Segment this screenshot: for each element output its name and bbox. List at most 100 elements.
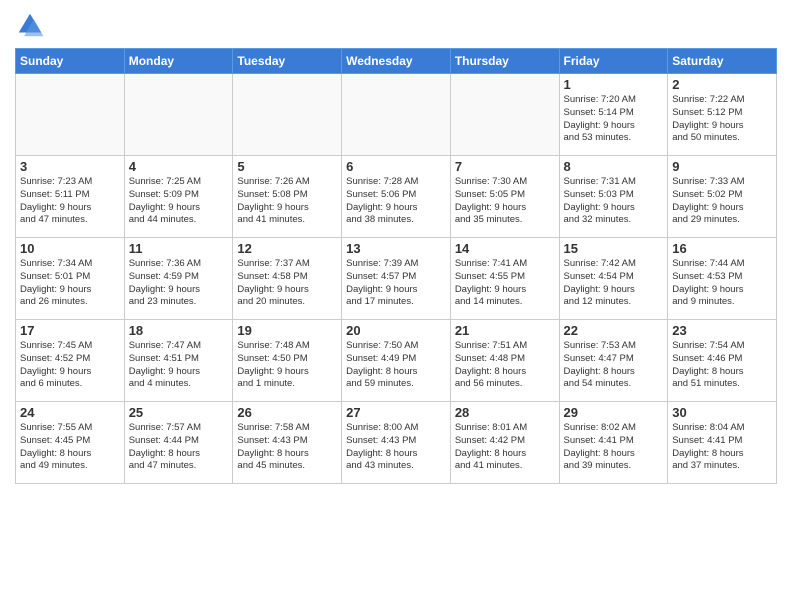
day-number: 25 xyxy=(129,405,229,420)
calendar-cell: 23 Sunrise: 7:54 AM Sunset: 4:46 PM Dayli… xyxy=(668,320,777,402)
day-info: Sunrise: 7:33 AM Sunset: 5:02 PM Dayligh… xyxy=(672,176,772,227)
calendar-cell: 21Sunrise: 7:51 AM Sunset: 4:48 PM Dayli… xyxy=(450,320,559,402)
day-info: Sunrise: 7:34 AM Sunset: 5:01 PM Dayligh… xyxy=(20,258,120,309)
day-number: 11 xyxy=(129,241,229,256)
day-info: Sunrise: 7:23 AM Sunset: 5:11 PM Dayligh… xyxy=(20,176,120,227)
day-number: 14 xyxy=(455,241,555,256)
day-info: Sunrise: 7:28 AM Sunset: 5:06 PM Dayligh… xyxy=(346,176,446,227)
day-number: 9 xyxy=(672,159,772,174)
calendar-cell xyxy=(450,74,559,156)
calendar-cell: 10 Sunrise: 7:34 AM Sunset: 5:01 PM Dayli… xyxy=(16,238,125,320)
day-info: Sunrise: 7:36 AM Sunset: 4:59 PM Dayligh… xyxy=(129,258,229,309)
calendar-cell: 17 Sunrise: 7:45 AM Sunset: 4:52 PM Dayli… xyxy=(16,320,125,402)
day-info: Sunrise: 7:20 AM Sunset: 5:14 PM Dayligh… xyxy=(564,94,664,145)
calendar-cell: 30Sunrise: 8:04 AM Sunset: 4:41 PM Dayli… xyxy=(668,402,777,484)
weekday-header-saturday: Saturday xyxy=(668,49,777,74)
day-info: Sunrise: 7:54 AM Sunset: 4:46 PM Dayligh… xyxy=(672,340,772,391)
day-number: 20 xyxy=(346,323,446,338)
day-info: Sunrise: 8:02 AM Sunset: 4:41 PM Dayligh… xyxy=(564,422,664,473)
day-info: Sunrise: 7:37 AM Sunset: 4:58 PM Dayligh… xyxy=(237,258,337,309)
day-info: Sunrise: 7:58 AM Sunset: 4:43 PM Dayligh… xyxy=(237,422,337,473)
weekday-header-monday: Monday xyxy=(124,49,233,74)
calendar-cell: 7Sunrise: 7:30 AM Sunset: 5:05 PM Daylig… xyxy=(450,156,559,238)
calendar-cell: 16Sunrise: 7:44 AM Sunset: 4:53 PM Dayli… xyxy=(668,238,777,320)
day-number: 22 xyxy=(564,323,664,338)
day-number: 3 xyxy=(20,159,120,174)
day-info: Sunrise: 7:30 AM Sunset: 5:05 PM Dayligh… xyxy=(455,176,555,227)
calendar-cell: 22Sunrise: 7:53 AM Sunset: 4:47 PM Dayli… xyxy=(559,320,668,402)
day-info: Sunrise: 7:44 AM Sunset: 4:53 PM Dayligh… xyxy=(672,258,772,309)
calendar-cell: 15Sunrise: 7:42 AM Sunset: 4:54 PM Dayli… xyxy=(559,238,668,320)
weekday-header-wednesday: Wednesday xyxy=(342,49,451,74)
calendar-cell xyxy=(342,74,451,156)
day-number: 1 xyxy=(564,77,664,92)
day-number: 17 xyxy=(20,323,120,338)
calendar-cell: 9 Sunrise: 7:33 AM Sunset: 5:02 PM Daylig… xyxy=(668,156,777,238)
day-number: 23 xyxy=(672,323,772,338)
day-info: Sunrise: 7:55 AM Sunset: 4:45 PM Dayligh… xyxy=(20,422,120,473)
day-number: 8 xyxy=(564,159,664,174)
day-number: 19 xyxy=(237,323,337,338)
logo xyxy=(15,10,49,40)
calendar-cell: 13 Sunrise: 7:39 AM Sunset: 4:57 PM Dayli… xyxy=(342,238,451,320)
calendar-cell: 24 Sunrise: 7:55 AM Sunset: 4:45 PM Dayli… xyxy=(16,402,125,484)
day-number: 28 xyxy=(455,405,555,420)
day-number: 26 xyxy=(237,405,337,420)
day-info: Sunrise: 7:50 AM Sunset: 4:49 PM Dayligh… xyxy=(346,340,446,391)
page: SundayMondayTuesdayWednesdayThursdayFrid… xyxy=(0,0,792,612)
day-info: Sunrise: 7:39 AM Sunset: 4:57 PM Dayligh… xyxy=(346,258,446,309)
calendar-cell: 2 Sunrise: 7:22 AM Sunset: 5:12 PM Daylig… xyxy=(668,74,777,156)
weekday-header-tuesday: Tuesday xyxy=(233,49,342,74)
day-info: Sunrise: 7:26 AM Sunset: 5:08 PM Dayligh… xyxy=(237,176,337,227)
calendar-cell: 3 Sunrise: 7:23 AM Sunset: 5:11 PM Daylig… xyxy=(16,156,125,238)
day-info: Sunrise: 7:42 AM Sunset: 4:54 PM Dayligh… xyxy=(564,258,664,309)
calendar-cell: 12 Sunrise: 7:37 AM Sunset: 4:58 PM Dayli… xyxy=(233,238,342,320)
calendar-cell: 11 Sunrise: 7:36 AM Sunset: 4:59 PM Dayli… xyxy=(124,238,233,320)
day-info: Sunrise: 7:51 AM Sunset: 4:48 PM Dayligh… xyxy=(455,340,555,391)
day-info: Sunrise: 7:31 AM Sunset: 5:03 PM Dayligh… xyxy=(564,176,664,227)
day-info: Sunrise: 7:45 AM Sunset: 4:52 PM Dayligh… xyxy=(20,340,120,391)
day-info: Sunrise: 7:57 AM Sunset: 4:44 PM Dayligh… xyxy=(129,422,229,473)
day-info: Sunrise: 8:01 AM Sunset: 4:42 PM Dayligh… xyxy=(455,422,555,473)
weekday-header-thursday: Thursday xyxy=(450,49,559,74)
weekday-header-friday: Friday xyxy=(559,49,668,74)
calendar-cell: 1 Sunrise: 7:20 AM Sunset: 5:14 PM Daylig… xyxy=(559,74,668,156)
calendar-cell: 18 Sunrise: 7:47 AM Sunset: 4:51 PM Dayli… xyxy=(124,320,233,402)
calendar-table: SundayMondayTuesdayWednesdayThursdayFrid… xyxy=(15,48,777,484)
calendar-cell: 28 Sunrise: 8:01 AM Sunset: 4:42 PM Dayli… xyxy=(450,402,559,484)
day-number: 24 xyxy=(20,405,120,420)
calendar-cell: 29 Sunrise: 8:02 AM Sunset: 4:41 PM Dayli… xyxy=(559,402,668,484)
calendar-cell: 26 Sunrise: 7:58 AM Sunset: 4:43 PM Dayli… xyxy=(233,402,342,484)
week-row-1: 1 Sunrise: 7:20 AM Sunset: 5:14 PM Daylig… xyxy=(16,74,777,156)
day-number: 12 xyxy=(237,241,337,256)
week-row-4: 17 Sunrise: 7:45 AM Sunset: 4:52 PM Dayli… xyxy=(16,320,777,402)
day-number: 5 xyxy=(237,159,337,174)
calendar-cell: 4 Sunrise: 7:25 AM Sunset: 5:09 PM Daylig… xyxy=(124,156,233,238)
day-info: Sunrise: 7:48 AM Sunset: 4:50 PM Dayligh… xyxy=(237,340,337,391)
calendar-cell xyxy=(16,74,125,156)
day-number: 18 xyxy=(129,323,229,338)
header xyxy=(15,10,777,40)
day-number: 4 xyxy=(129,159,229,174)
header-row: SundayMondayTuesdayWednesdayThursdayFrid… xyxy=(16,49,777,74)
day-number: 13 xyxy=(346,241,446,256)
day-number: 29 xyxy=(564,405,664,420)
calendar-cell: 14Sunrise: 7:41 AM Sunset: 4:55 PM Dayli… xyxy=(450,238,559,320)
day-info: Sunrise: 8:00 AM Sunset: 4:43 PM Dayligh… xyxy=(346,422,446,473)
day-number: 2 xyxy=(672,77,772,92)
day-info: Sunrise: 7:22 AM Sunset: 5:12 PM Dayligh… xyxy=(672,94,772,145)
calendar-cell: 8 Sunrise: 7:31 AM Sunset: 5:03 PM Daylig… xyxy=(559,156,668,238)
calendar-cell: 19 Sunrise: 7:48 AM Sunset: 4:50 PM Dayli… xyxy=(233,320,342,402)
day-info: Sunrise: 8:04 AM Sunset: 4:41 PM Dayligh… xyxy=(672,422,772,473)
calendar-cell xyxy=(233,74,342,156)
day-number: 27 xyxy=(346,405,446,420)
day-info: Sunrise: 7:25 AM Sunset: 5:09 PM Dayligh… xyxy=(129,176,229,227)
calendar-cell: 5 Sunrise: 7:26 AM Sunset: 5:08 PM Daylig… xyxy=(233,156,342,238)
calendar-cell: 25 Sunrise: 7:57 AM Sunset: 4:44 PM Dayli… xyxy=(124,402,233,484)
week-row-2: 3 Sunrise: 7:23 AM Sunset: 5:11 PM Daylig… xyxy=(16,156,777,238)
calendar-cell: 20 Sunrise: 7:50 AM Sunset: 4:49 PM Dayli… xyxy=(342,320,451,402)
weekday-header-sunday: Sunday xyxy=(16,49,125,74)
day-info: Sunrise: 7:47 AM Sunset: 4:51 PM Dayligh… xyxy=(129,340,229,391)
day-number: 10 xyxy=(20,241,120,256)
week-row-5: 24 Sunrise: 7:55 AM Sunset: 4:45 PM Dayli… xyxy=(16,402,777,484)
